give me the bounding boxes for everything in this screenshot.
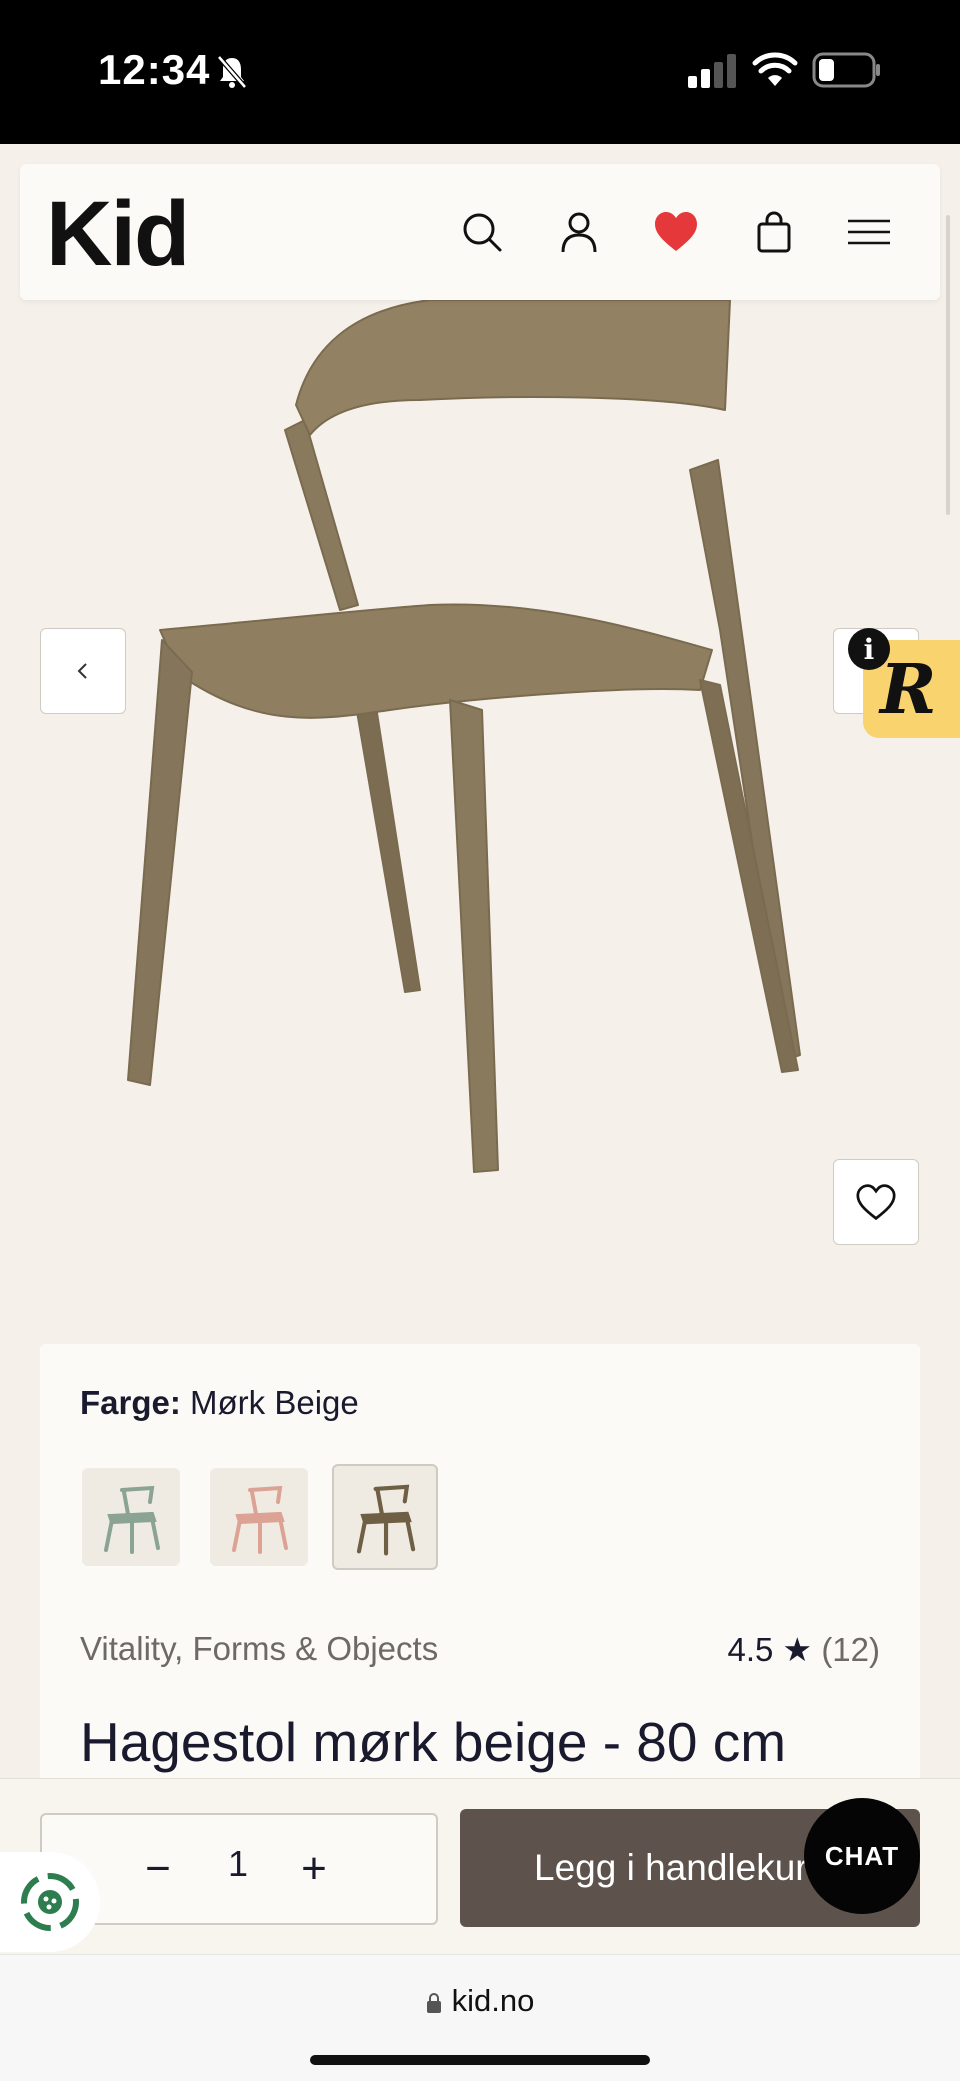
color-swatch-dark-beige[interactable] xyxy=(332,1464,438,1570)
status-time: 12:34 xyxy=(98,46,211,93)
bell-muted-icon xyxy=(217,55,247,89)
shopping-bag-icon[interactable] xyxy=(750,208,798,256)
heart-outline-icon xyxy=(856,1184,896,1221)
kid-logo[interactable]: Kid xyxy=(46,182,190,287)
scroll-indicator xyxy=(946,215,950,515)
color-selection-label: Farge: Mørk Beige xyxy=(80,1384,359,1422)
lock-icon xyxy=(426,1993,441,2013)
site-header: Kid xyxy=(20,164,940,300)
review-count: (12) xyxy=(821,1631,880,1668)
product-brand[interactable]: Vitality, Forms & Objects xyxy=(80,1630,438,1668)
status-bar: 12:34 xyxy=(0,0,960,144)
quantity-stepper: − 1 + xyxy=(40,1813,438,1925)
url-display[interactable]: kid.no xyxy=(0,1983,960,2019)
product-rating[interactable]: 4.5 ★ (12) xyxy=(728,1630,881,1669)
quantity-value[interactable]: 1 xyxy=(202,1843,274,1885)
home-indicator[interactable] xyxy=(310,2055,650,2065)
wifi-icon xyxy=(752,52,798,86)
add-to-cart-label: Legg i handlekurv xyxy=(534,1847,827,1888)
chair-image xyxy=(127,300,801,1173)
quantity-decrease-button[interactable]: − xyxy=(126,1837,190,1901)
reviews-r-logo-icon[interactable]: R xyxy=(880,650,937,730)
color-value: Mørk Beige xyxy=(190,1384,359,1421)
browser-url-bar[interactable]: kid.no xyxy=(0,1954,960,2081)
product-title: Hagestol mørk beige - 80 cm xyxy=(80,1711,787,1773)
chat-button[interactable]: CHAT xyxy=(804,1798,920,1914)
chevron-left-icon xyxy=(77,663,87,679)
chair-thumbnail-dark-beige xyxy=(356,1484,416,1556)
color-swatch-pink[interactable] xyxy=(210,1468,308,1566)
quantity-increase-button[interactable]: + xyxy=(282,1837,346,1901)
url-text: kid.no xyxy=(451,1983,535,2018)
color-label: Farge: xyxy=(80,1384,181,1421)
heart-icon[interactable] xyxy=(652,208,700,256)
battery-icon xyxy=(812,52,880,88)
recycle-leaf-icon xyxy=(21,1873,79,1931)
rating-value: 4.5 xyxy=(727,1631,774,1668)
star-icon: ★ xyxy=(782,1631,813,1668)
chair-thumbnail-green xyxy=(104,1485,160,1554)
menu-icon[interactable] xyxy=(846,208,892,256)
chair-thumbnail-pink xyxy=(232,1485,288,1554)
add-to-wishlist-button[interactable] xyxy=(833,1159,919,1245)
info-icon[interactable]: i xyxy=(848,628,890,670)
eco-badge[interactable] xyxy=(0,1852,100,1952)
product-gallery[interactable] xyxy=(0,300,960,1330)
search-icon[interactable] xyxy=(458,208,506,256)
user-icon[interactable] xyxy=(555,208,603,256)
signal-icon xyxy=(688,54,736,88)
color-swatch-green[interactable] xyxy=(82,1468,180,1566)
gallery-prev-button[interactable] xyxy=(40,628,126,714)
chat-label: CHAT xyxy=(824,1840,900,1871)
